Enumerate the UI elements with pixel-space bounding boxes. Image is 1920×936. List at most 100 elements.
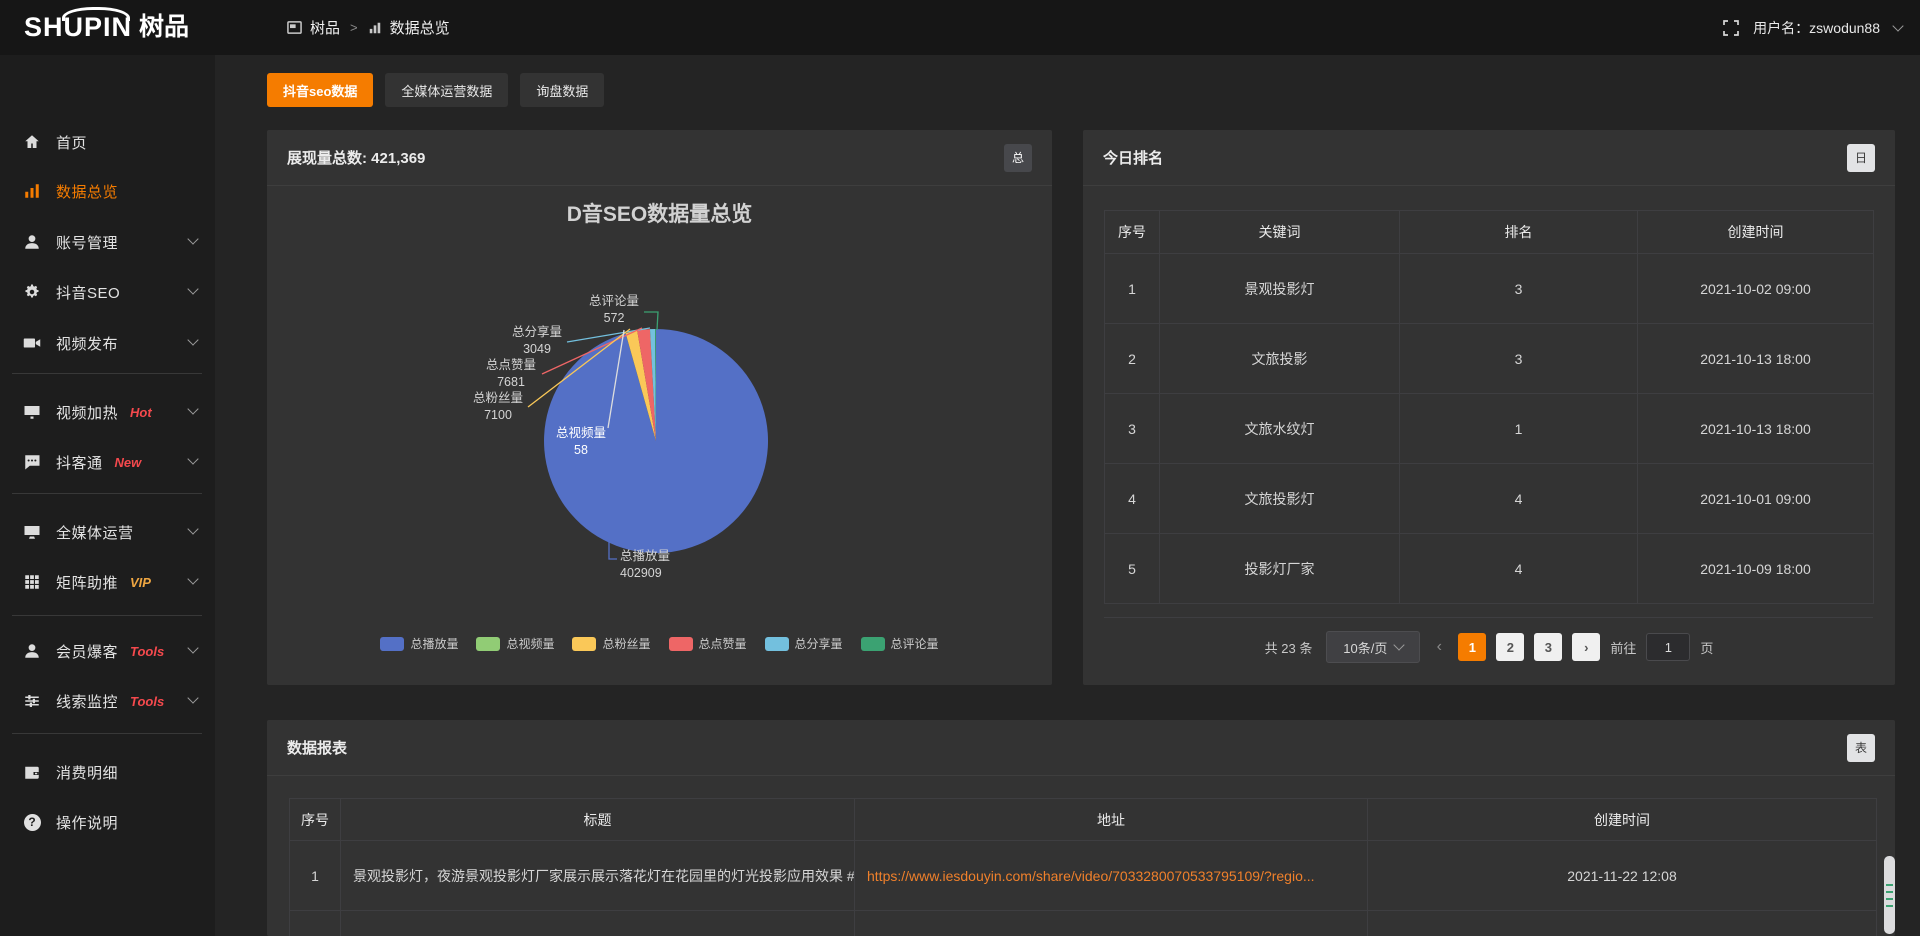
cell: 景观投影灯: [1160, 254, 1400, 324]
logo-text-cn: 树品: [139, 8, 189, 46]
pie-label-总点赞量: 总点赞量7681: [466, 357, 556, 391]
sidebar-item-clue-monitor[interactable]: 线索监控Tools: [0, 676, 215, 726]
user-icon: [22, 232, 42, 252]
legend-item-总播放量[interactable]: 总播放量: [380, 635, 458, 652]
gear-icon: [22, 282, 42, 302]
column-header: 创建时间: [1638, 211, 1874, 254]
breadcrumb-root[interactable]: 树品: [310, 17, 340, 38]
bar-chart-icon: [22, 181, 42, 201]
pie-label-name: 总粉丝量: [453, 390, 543, 407]
cell: 3: [1400, 254, 1638, 324]
chevron-down-icon: [187, 453, 198, 464]
sidebar-item-douyin-seo[interactable]: 抖音SEO: [0, 267, 215, 317]
page-button-2[interactable]: 2: [1496, 633, 1524, 661]
pie-label-总播放量: 总播放量402909: [620, 548, 710, 582]
cell: 文旅投影: [1160, 324, 1400, 394]
legend-item-总粉丝量[interactable]: 总粉丝量: [572, 635, 650, 652]
report-card: 数据报表 表 序号标题地址创建时间1景观投影灯，夜游景观投影灯厂家展示展示落花灯…: [267, 720, 1895, 936]
legend-label: 总点赞量: [699, 635, 747, 652]
sidebar-item-home[interactable]: 首页: [0, 117, 215, 167]
table-view-button[interactable]: 表: [1847, 734, 1875, 762]
overview-card-header: 展现量总数: 421,369 总: [267, 130, 1052, 186]
pie-label-name: 总评论量: [569, 293, 659, 310]
column-header: 标题: [341, 799, 855, 841]
breadcrumb-separator: >: [350, 20, 358, 35]
sidebar-item-label: 首页: [56, 132, 87, 153]
sidebar-item-media-operation[interactable]: 全媒体运营: [0, 507, 215, 557]
sidebar-item-badge: VIP: [130, 575, 151, 590]
window-icon: [287, 20, 302, 35]
legend-item-总评论量[interactable]: 总评论量: [861, 635, 939, 652]
sidebar-item-operation-guide[interactable]: ?操作说明: [0, 797, 215, 847]
cell: 4: [1105, 464, 1160, 534]
legend-label: 总播放量: [410, 635, 458, 652]
pie-label-name: 总点赞量: [466, 357, 556, 374]
pie-label-value: 402909: [620, 565, 710, 582]
question-icon: ?: [22, 812, 42, 832]
daily-view-button[interactable]: 日: [1847, 144, 1875, 172]
sidebar-item-data-overview[interactable]: 数据总览: [0, 166, 215, 216]
tab-douyin-seo-data[interactable]: 抖音seo数据: [267, 73, 373, 107]
column-header: 创建时间: [1368, 799, 1877, 841]
prev-page-button[interactable]: ‹: [1430, 638, 1448, 656]
pie-label-value: 572: [569, 310, 659, 327]
bar-chart-icon: [368, 21, 382, 35]
pie-label-value: 3049: [492, 341, 582, 358]
pie-label-总分享量: 总分享量3049: [492, 324, 582, 358]
cell: 景观投影灯，夜游景观投影灯厂家展示展示落花灯在花园里的灯光投影应用效果 #: [341, 841, 855, 911]
chevron-down-icon[interactable]: [1892, 20, 1903, 31]
page-button-1[interactable]: 1: [1458, 633, 1486, 661]
pie-chart: [267, 186, 1052, 685]
sidebar-item-label: 抖客通: [56, 452, 103, 473]
pie-slice-3: [637, 329, 656, 441]
chevron-down-icon: [1394, 639, 1405, 650]
column-header: 序号: [1105, 211, 1160, 254]
next-page-button[interactable]: ›: [1572, 633, 1600, 661]
page-size-select[interactable]: 10条/页: [1326, 631, 1420, 663]
legend-swatch: [861, 637, 885, 651]
column-header: 排名: [1400, 211, 1638, 254]
table-row-empty: [290, 911, 1877, 936]
sidebar-item-account-manage[interactable]: 账号管理: [0, 217, 215, 267]
fullscreen-icon[interactable]: [1723, 20, 1739, 36]
total-view-button[interactable]: 总: [1004, 144, 1032, 172]
sidebar-item-label: 抖音SEO: [56, 282, 120, 303]
cell: 5: [1105, 534, 1160, 604]
pie-label-name: 总播放量: [620, 548, 710, 565]
sidebar-item-member-baoke[interactable]: 会员爆客 Tools: [0, 626, 215, 676]
sidebar-item-label: 数据总览: [56, 181, 118, 202]
tab-media-operation-data[interactable]: 全媒体运营数据: [385, 73, 508, 107]
grid-icon: [22, 572, 42, 592]
username-label[interactable]: 用户名：zswodun88: [1753, 18, 1880, 38]
sidebar-item-matrix-boost[interactable]: 矩阵助推VIP: [0, 557, 215, 607]
legend-item-总点赞量[interactable]: 总点赞量: [669, 635, 747, 652]
cell: 4: [1400, 464, 1638, 534]
pie-label-line: [609, 540, 617, 559]
page-size-label: 10条/页: [1343, 638, 1387, 657]
url-link[interactable]: https://www.iesdouyin.com/share/video/70…: [855, 841, 1368, 911]
goto-page-input[interactable]: [1646, 633, 1690, 661]
pie-label-总粉丝量: 总粉丝量7100: [453, 390, 543, 424]
logo[interactable]: SHUPIN 树品: [24, 8, 189, 46]
legend-item-总分享量[interactable]: 总分享量: [765, 635, 843, 652]
cell: 2021-11-22 12:08: [1368, 841, 1877, 911]
sidebar-item-label: 视频发布: [56, 333, 118, 354]
chevron-down-icon: [187, 642, 198, 653]
sidebar-item-badge: Tools: [130, 644, 164, 659]
pagination: 共 23 条10条/页‹123›前往页: [1083, 631, 1895, 663]
sidebar-item-doukertong[interactable]: 抖客通New: [0, 437, 215, 487]
tab-inquiry-data[interactable]: 询盘数据: [520, 73, 604, 107]
chevron-down-icon: [187, 334, 198, 345]
cell: 2021-10-13 18:00: [1638, 324, 1874, 394]
sidebar: 首页数据总览账号管理抖音SEO 视频发布视频加热Hot抖客通New 全媒体运营矩阵助…: [0, 55, 215, 936]
floating-widget[interactable]: [1884, 856, 1895, 934]
legend-item-总视频量[interactable]: 总视频量: [476, 635, 554, 652]
column-header: 关键词: [1160, 211, 1400, 254]
sidebar-item-video-heat[interactable]: 视频加热Hot: [0, 387, 215, 437]
card-title: 展现量总数: 421,369: [287, 147, 425, 168]
page-button-3[interactable]: 3: [1534, 633, 1562, 661]
sidebar-item-consume-detail[interactable]: 消费明细: [0, 747, 215, 797]
sidebar-item-video-publish[interactable]: 视频发布: [0, 318, 215, 368]
sidebar-item-label: 会员爆客: [56, 641, 118, 662]
cell: 文旅投影灯: [1160, 464, 1400, 534]
